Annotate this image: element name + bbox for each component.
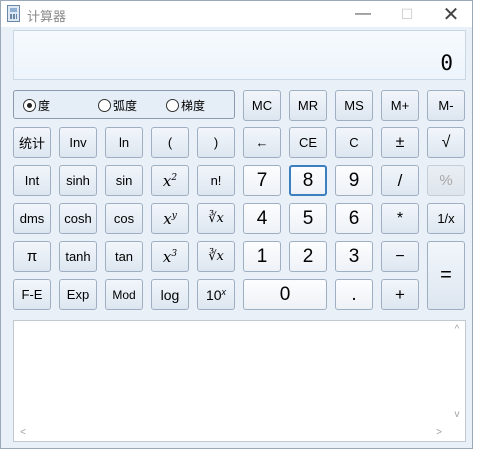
tanh-button[interactable]: tanh — [59, 241, 97, 272]
radio-degrees[interactable]: 度 — [23, 97, 50, 114]
fe-button[interactable]: F-E — [13, 279, 51, 310]
digit-9-button[interactable]: 9 — [335, 165, 373, 196]
mr-button[interactable]: MR — [289, 90, 327, 121]
cos-button[interactable]: cos — [105, 203, 143, 234]
backspace-button[interactable]: ← — [243, 127, 281, 158]
decimal-button[interactable]: . — [335, 279, 373, 310]
cube-root-button[interactable]: ∛x — [197, 241, 235, 272]
digit-5-button[interactable]: 5 — [289, 203, 327, 234]
divide-button[interactable]: / — [381, 165, 419, 196]
scroll-right-icon[interactable]: > — [432, 427, 446, 438]
int-button[interactable]: Int — [13, 165, 51, 196]
subtract-button[interactable]: − — [381, 241, 419, 272]
digit-2-button[interactable]: 2 — [289, 241, 327, 272]
digit-4-button[interactable]: 4 — [243, 203, 281, 234]
radio-selected-icon — [23, 99, 36, 112]
digit-3-button[interactable]: 3 — [335, 241, 373, 272]
radio-radians-label: 弧度 — [113, 99, 138, 113]
dms-button[interactable]: dms — [13, 203, 51, 234]
digit-0-button[interactable]: 0 — [243, 279, 327, 310]
log-button[interactable]: log — [151, 279, 189, 310]
square-root-button[interactable]: √ — [427, 127, 465, 158]
negate-button[interactable]: ± — [381, 127, 419, 158]
sinh-button[interactable]: sinh — [59, 165, 97, 196]
result-display: 0 — [13, 30, 466, 80]
ms-button[interactable]: MS — [335, 90, 373, 121]
cosh-button[interactable]: cosh — [59, 203, 97, 234]
radio-gradians[interactable]: 梯度 — [166, 97, 205, 114]
radio-degrees-label: 度 — [38, 99, 51, 113]
multiply-button[interactable]: * — [381, 203, 419, 234]
title-bar: 计算器 — ☐ ✕ — [1, 1, 472, 27]
add-button[interactable]: + — [381, 279, 419, 310]
display-value: 0 — [440, 51, 453, 75]
radio-unselected-icon — [98, 99, 111, 112]
scroll-down-icon[interactable]: v — [450, 409, 464, 420]
horizontal-scrollbar[interactable]: < > — [14, 425, 450, 441]
mod-button[interactable]: Mod — [105, 279, 143, 310]
maximize-button[interactable]: ☐ — [385, 1, 429, 27]
right-paren-button[interactable]: ) — [197, 127, 235, 158]
tan-button[interactable]: tan — [105, 241, 143, 272]
minimize-button[interactable]: — — [341, 1, 385, 27]
statistics-button[interactable]: 统计 — [13, 127, 51, 158]
ten-power-button[interactable]: 10 x — [197, 279, 235, 310]
digit-6-button[interactable]: 6 — [335, 203, 373, 234]
window-title: 计算器 — [27, 9, 67, 24]
clear-button[interactable]: C — [335, 127, 373, 158]
ln-button[interactable]: ln — [105, 127, 143, 158]
factorial-button[interactable]: n! — [197, 165, 235, 196]
percent-button[interactable]: % — [427, 165, 465, 196]
square-button[interactable]: x2 — [151, 165, 189, 196]
scroll-up-icon[interactable]: ^ — [450, 324, 464, 335]
vertical-scrollbar[interactable]: ^ v — [449, 321, 465, 426]
y-root-button[interactable]: ∛x — [197, 203, 235, 234]
inv-button[interactable]: Inv — [59, 127, 97, 158]
digit-8-button[interactable]: 8 — [289, 165, 327, 196]
calculator-window: 计算器 — ☐ ✕ 0 度 弧度 梯度 MC MR MS M+ M- 统计 In… — [0, 0, 473, 449]
clear-entry-button[interactable]: CE — [289, 127, 327, 158]
reciprocal-button[interactable]: 1/x — [427, 203, 465, 234]
power-button[interactable]: xy — [151, 203, 189, 234]
m-minus-button[interactable]: M- — [427, 90, 465, 121]
exp-button[interactable]: Exp — [59, 279, 97, 310]
radio-gradians-label: 梯度 — [181, 99, 206, 113]
sin-button[interactable]: sin — [105, 165, 143, 196]
close-button[interactable]: ✕ — [429, 1, 473, 27]
calculator-app-icon — [7, 5, 20, 22]
radio-unselected-icon — [166, 99, 179, 112]
equals-button[interactable]: = — [427, 241, 465, 310]
digit-7-button[interactable]: 7 — [243, 165, 281, 196]
m-plus-button[interactable]: M+ — [381, 90, 419, 121]
left-paren-button[interactable]: ( — [151, 127, 189, 158]
radio-radians[interactable]: 弧度 — [98, 97, 137, 114]
scroll-left-icon[interactable]: < — [16, 427, 30, 438]
pi-button[interactable]: π — [13, 241, 51, 272]
digit-1-button[interactable]: 1 — [243, 241, 281, 272]
mc-button[interactable]: MC — [243, 90, 281, 121]
history-panel: ^ v < > — [13, 320, 466, 442]
angle-unit-group: 度 弧度 梯度 — [13, 90, 235, 119]
cube-button[interactable]: x3 — [151, 241, 189, 272]
